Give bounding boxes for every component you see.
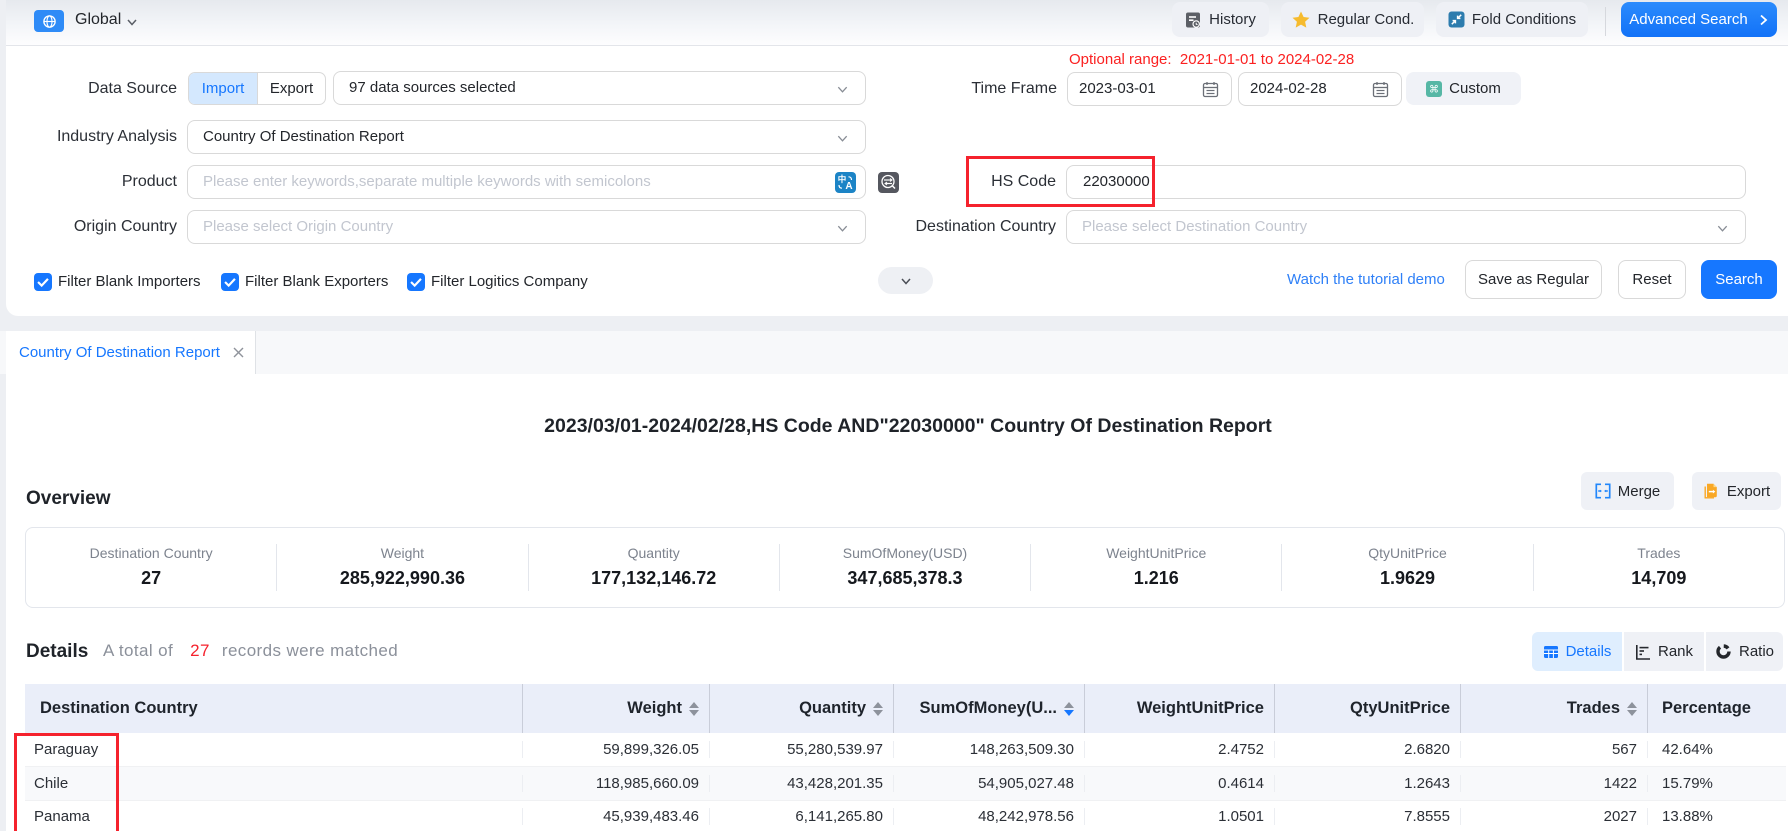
svg-text:⌘: ⌘: [1429, 84, 1439, 95]
svg-text:A: A: [845, 181, 852, 192]
